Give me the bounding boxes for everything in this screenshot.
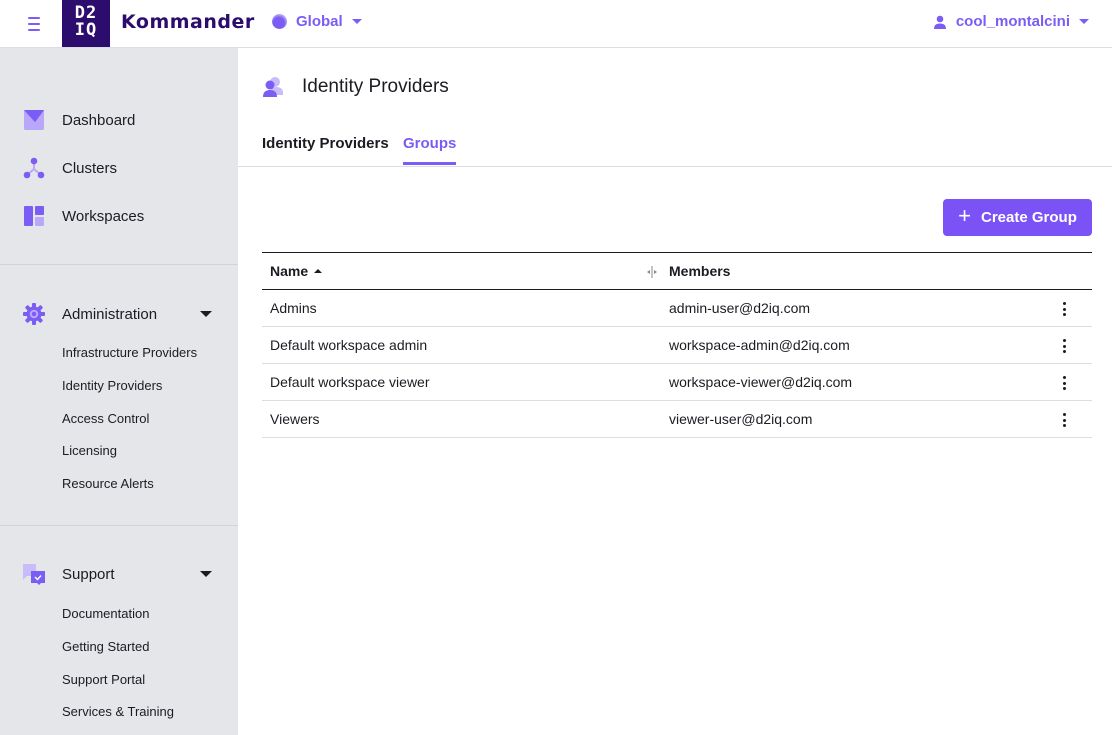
sidebar-item-identity-providers[interactable]: Identity Providers [62, 378, 162, 393]
sidebar-item-documentation[interactable]: Documentation [62, 606, 149, 621]
sidebar-item-clusters[interactable]: Clusters [0, 150, 238, 186]
d2iq-logo[interactable]: D2 IQ [62, 0, 110, 47]
column-header-members[interactable]: Members [669, 263, 730, 279]
gear-icon [23, 303, 45, 325]
user-menu[interactable]: cool_montalcini [933, 13, 1089, 30]
sidebar-item-access-control[interactable]: Access Control [62, 411, 149, 426]
sidebar-item-support-portal[interactable]: Support Portal [62, 672, 145, 687]
globe-dot-icon [272, 14, 287, 29]
table-row[interactable]: Viewers viewer-user@d2iq.com [262, 401, 1092, 438]
sidebar-item-resource-alerts[interactable]: Resource Alerts [62, 476, 154, 491]
group-name: Default workspace viewer [270, 374, 430, 390]
row-actions-kebab-icon[interactable] [1054, 374, 1074, 392]
create-group-button[interactable]: + Create Group [943, 199, 1092, 236]
sidebar-item-workspaces[interactable]: Workspaces [0, 198, 238, 234]
group-members: workspace-admin@d2iq.com [669, 337, 850, 353]
chevron-down-icon [1079, 19, 1089, 24]
group-name: Default workspace admin [270, 337, 428, 353]
sort-ascending-icon [314, 269, 323, 273]
sidebar-item-label: Workspaces [62, 207, 145, 225]
table-row[interactable]: Admins admin-user@d2iq.com [262, 290, 1092, 327]
group-members: workspace-viewer@d2iq.com [669, 374, 853, 390]
sidebar-item-label: Dashboard [62, 111, 136, 129]
group-members: viewer-user@d2iq.com [669, 411, 813, 427]
column-header-name[interactable]: Name [270, 263, 323, 279]
group-members: admin-user@d2iq.com [669, 300, 811, 316]
support-icon [23, 564, 45, 585]
tab-identity-providers[interactable]: Identity Providers [262, 135, 389, 162]
row-actions-kebab-icon[interactable] [1054, 300, 1074, 318]
sidebar-item-services-training[interactable]: Services & Training [62, 704, 174, 719]
sidebar-item-label: Clusters [62, 159, 118, 177]
chevron-down-icon [200, 571, 212, 577]
main-content: Identity Providers Identity Providers Gr… [238, 48, 1112, 735]
table-row[interactable]: Default workspace viewer workspace-viewe… [262, 364, 1092, 401]
dashboard-icon [24, 110, 44, 130]
scope-selector[interactable]: Global [272, 13, 362, 30]
user-icon [933, 15, 946, 29]
row-actions-kebab-icon[interactable] [1054, 337, 1074, 355]
sidebar-section-label: Support [62, 565, 115, 583]
column-resize-handle-icon[interactable] [646, 265, 658, 279]
hamburger-menu-icon[interactable] [22, 14, 46, 34]
row-actions-kebab-icon[interactable] [1054, 411, 1074, 429]
sidebar-item-getting-started[interactable]: Getting Started [62, 639, 149, 654]
groups-table: Name Members Admins admin-user@d2iq.com … [262, 252, 1092, 438]
sidebar-section-support[interactable]: Support [0, 556, 238, 592]
logo-line-2: IQ [74, 20, 98, 40]
create-group-label: Create Group [981, 209, 1077, 226]
sidebar-section-administration[interactable]: Administration [0, 296, 238, 332]
sidebar-section-label: Administration [62, 305, 158, 323]
table-header: Name Members [262, 253, 1092, 290]
table-row[interactable]: Default workspace admin workspace-admin@… [262, 327, 1092, 364]
tab-groups[interactable]: Groups [403, 135, 457, 165]
chevron-down-icon [351, 19, 362, 24]
brand-name[interactable]: Kommander [121, 11, 255, 33]
sidebar-divider [0, 525, 238, 526]
group-name: Admins [270, 300, 317, 316]
chevron-down-icon [200, 311, 212, 317]
plus-icon: + [958, 203, 971, 228]
top-bar: D2 IQ Kommander Global cool_montalcini [0, 0, 1112, 48]
identity-providers-icon [263, 77, 283, 97]
sidebar-item-dashboard[interactable]: Dashboard [0, 102, 238, 138]
group-name: Viewers [270, 411, 320, 427]
sidebar-item-licensing[interactable]: Licensing [62, 443, 117, 458]
sidebar-item-infrastructure-providers[interactable]: Infrastructure Providers [62, 345, 197, 360]
column-label: Name [270, 263, 309, 279]
tab-bar: Identity Providers Groups [238, 124, 1112, 167]
scope-label: Global [296, 13, 343, 30]
workspaces-icon [24, 206, 44, 226]
page-title: Identity Providers [302, 76, 449, 97]
sidebar: Dashboard Clusters Workspaces Administra… [0, 48, 238, 735]
user-name: cool_montalcini [955, 13, 1070, 30]
sidebar-divider [0, 264, 238, 265]
clusters-icon [23, 157, 45, 179]
